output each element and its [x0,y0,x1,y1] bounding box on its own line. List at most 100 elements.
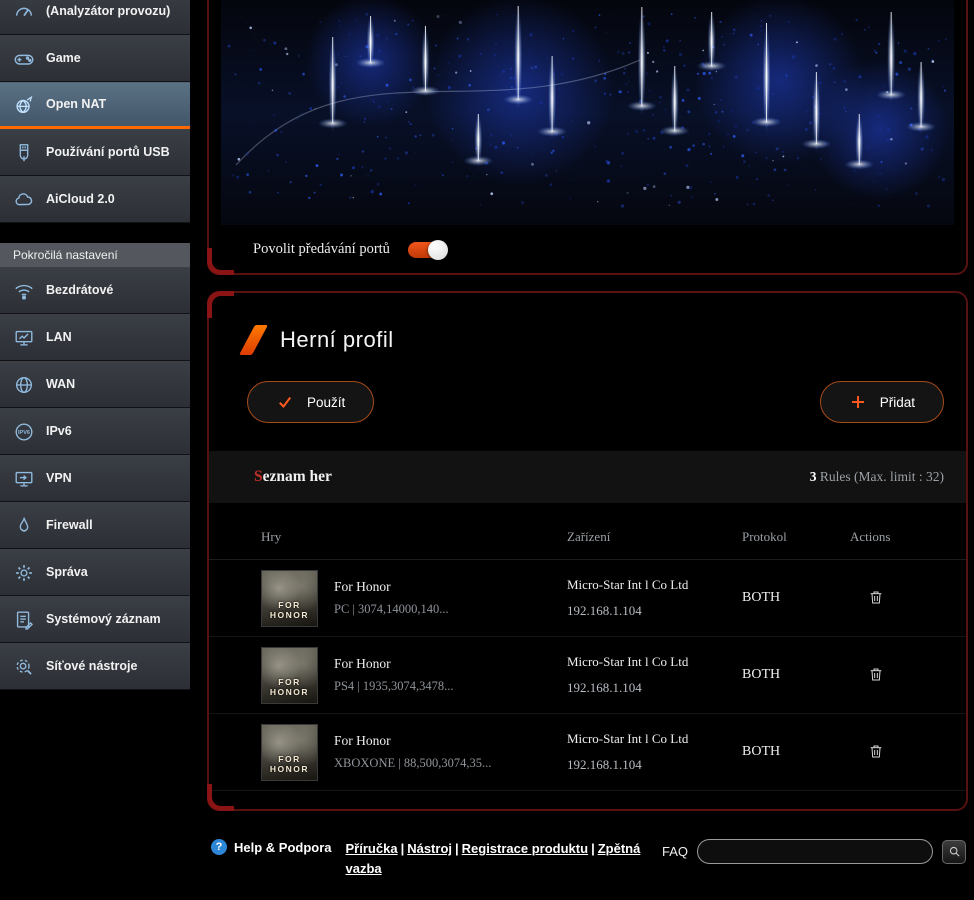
game-cell: FOR HONOR For Honor PC | 3074,14000,140.… [261,570,567,627]
port-forwarding-row: Povolit předávání portů [221,225,954,273]
panel-title-row: Herní profil [209,325,966,355]
sidebar-section-advanced-settings: Pokročilá nastavení [0,243,190,267]
link-separator: | [588,841,598,856]
faq-search-button[interactable] [942,840,966,864]
delete-rule-button[interactable] [866,586,886,611]
list-title-rest: eznam her [263,468,332,485]
sidebar-item-label: AiCloud 2.0 [46,192,115,208]
sidebar-item-game[interactable]: Game [0,35,190,82]
table-row: FOR HONOR For Honor XBOXONE | 88,500,307… [209,714,966,791]
actions-cell [850,586,966,611]
sidebar-item-system-log[interactable]: Systémový záznam [0,596,190,643]
game-cell: FOR HONOR For Honor XBOXONE | 88,500,307… [261,724,567,781]
table-row: FOR HONOR For Honor PC | 3074,14000,140.… [209,560,966,637]
gamepad-icon [12,47,36,71]
sidebar-item-label: Používání portů USB [46,145,170,161]
actions-cell [850,663,966,688]
sidebar: (Analyzátor provozu) Game Open NAT Použí… [0,0,190,900]
port-forwarding-toggle[interactable] [408,242,446,258]
sidebar-item-lan[interactable]: LAN [0,314,190,361]
protocol-value: BOTH [742,667,850,683]
cover-text: HONOR [270,610,309,620]
game-name: For Honor [334,733,491,749]
add-button[interactable]: Přidat [820,381,944,423]
toggle-knob [428,240,448,260]
footer-links: Příručka|Nástroj|Registrace produktu|Zpě… [346,839,648,879]
link-separator: | [398,841,408,856]
cloud-icon [12,188,36,212]
column-header-actions: Actions [850,529,966,545]
protocol-value: BOTH [742,744,850,760]
game-name: For Honor [334,579,449,595]
sidebar-item-vpn[interactable]: VPN [0,455,190,502]
vpn-icon [12,467,36,491]
column-header-protocol: Protokol [742,529,850,545]
footer: ? Help & Podpora Příručka|Nástroj|Regist… [207,827,968,879]
link-product-registration[interactable]: Registrace produktu [462,841,588,856]
ipv6-icon: IPV6 [12,420,36,444]
device-cell: Micro-Star Int l Co Ltd 192.168.1.104 [567,731,742,773]
traffic-analyzer-icon [12,0,36,24]
table-header-row: Hry Zařízení Protokol Actions [209,529,966,560]
game-cell: FOR HONOR For Honor PS4 | 1935,3074,3478… [261,647,567,704]
sidebar-advanced-group: Bezdrátové LAN WAN IPV6 IPv6 [0,267,190,690]
cover-text: HONOR [270,687,309,697]
plus-icon [849,393,867,411]
port-forwarding-label: Povolit předávání portů [253,241,390,258]
help-support-label: Help & Podpora [234,840,332,855]
page-title: Herní profil [280,327,394,353]
sidebar-item-label: Systémový záznam [46,612,161,628]
device-cell: Micro-Star Int l Co Ltd 192.168.1.104 [567,654,742,696]
rules-counter: 3 Rules (Max. limit : 32) [810,469,944,485]
sidebar-item-wireless[interactable]: Bezdrátové [0,267,190,314]
open-nat-banner-image [221,0,954,225]
add-button-label: Přidat [880,395,915,410]
link-manual[interactable]: Příručka [346,841,398,856]
delete-rule-button[interactable] [866,740,886,765]
table-row: FOR HONOR For Honor PS4 | 1935,3074,3478… [209,637,966,714]
apply-button-label: Použít [307,395,345,410]
help-question-icon: ? [211,839,227,855]
trash-icon [868,665,884,683]
device-ip: 192.168.1.104 [567,680,742,696]
faq-search-input[interactable] [697,839,933,864]
wan-globe-icon [12,373,36,397]
sidebar-item-aicloud[interactable]: AiCloud 2.0 [0,176,190,223]
game-list-title: Seznam her [254,468,332,486]
actions-cell [850,740,966,765]
device-name: Micro-Star Int l Co Ltd [567,577,742,593]
sidebar-item-firewall[interactable]: Firewall [0,502,190,549]
help-support[interactable]: ? Help & Podpora [211,839,332,855]
protocol-value: BOTH [742,590,850,606]
game-list-header: Seznam her 3 Rules (Max. limit : 32) [209,451,966,503]
device-name: Micro-Star Int l Co Ltd [567,654,742,670]
delete-rule-button[interactable] [866,663,886,688]
system-log-icon [12,608,36,632]
game-cover-thumbnail: FOR HONOR [261,724,318,781]
device-ip: 192.168.1.104 [567,603,742,619]
sidebar-item-open-nat[interactable]: Open NAT [0,82,190,129]
sidebar-item-ipv6[interactable]: IPV6 IPv6 [0,408,190,455]
column-header-games: Hry [261,529,567,545]
sidebar-item-label: Bezdrátové [46,283,113,299]
open-nat-icon [12,93,36,117]
game-rules-table: Hry Zařízení Protokol Actions FOR HONOR … [209,529,966,791]
apply-button[interactable]: Použít [247,381,374,423]
sidebar-item-label: VPN [46,471,72,487]
sidebar-item-usb-ports[interactable]: Používání portů USB [0,129,190,176]
device-cell: Micro-Star Int l Co Ltd 192.168.1.104 [567,577,742,619]
sidebar-item-label: WAN [46,377,75,393]
game-text: For Honor PC | 3074,14000,140... [334,579,449,617]
usb-icon [12,141,36,165]
network-tools-icon [12,655,36,679]
cover-text: FOR [278,600,300,610]
sidebar-item-network-tools[interactable]: Síťové nástroje [0,643,190,690]
sidebar-item-traffic-analyzer[interactable]: (Analyzátor provozu) [0,0,190,35]
lan-monitor-icon [12,326,36,350]
sidebar-item-wan[interactable]: WAN [0,361,190,408]
check-icon [276,393,294,411]
cover-text: FOR [278,754,300,764]
link-utility[interactable]: Nástroj [407,841,452,856]
sidebar-item-administration[interactable]: Správa [0,549,190,596]
gear-icon [12,561,36,585]
